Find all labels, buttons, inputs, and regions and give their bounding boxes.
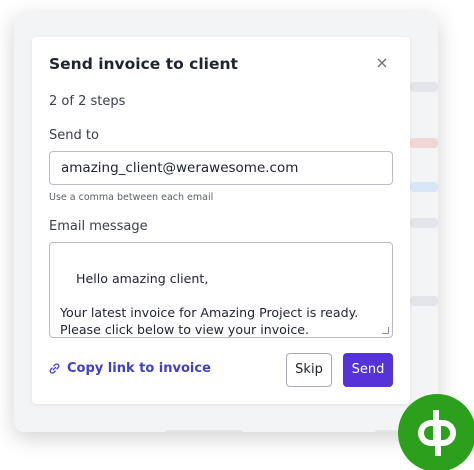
- resize-handle-icon[interactable]: [382, 327, 389, 334]
- send-invoice-dialog: Send invoice to client × 2 of 2 steps Se…: [32, 37, 410, 404]
- background-blur-element: [410, 296, 438, 306]
- background-blur-element: [410, 82, 438, 92]
- background-blur-element: [410, 182, 438, 192]
- step-indicator: 2 of 2 steps: [49, 94, 126, 109]
- email-message-label: Email message: [49, 219, 148, 234]
- copy-link-label: Copy link to invoice: [67, 361, 211, 376]
- quickbooks-logo: [398, 394, 474, 470]
- link-icon: [49, 363, 60, 374]
- dialog-title: Send invoice to client: [49, 55, 238, 73]
- send-to-input[interactable]: [49, 151, 393, 185]
- skip-button[interactable]: Skip: [286, 353, 332, 387]
- email-message-textarea[interactable]: Hello amazing client, Your latest invoic…: [49, 242, 393, 338]
- close-icon[interactable]: ×: [374, 55, 390, 71]
- background-blur-element: [410, 218, 438, 228]
- email-message-text: Hello amazing client, Your latest invoic…: [60, 271, 359, 337]
- send-to-label: Send to: [49, 128, 99, 143]
- send-to-hint: Use a comma between each email: [49, 192, 214, 203]
- copy-link-button[interactable]: Copy link to invoice: [48, 361, 211, 376]
- background-blur-element: [164, 430, 244, 432]
- background-blur-element: [410, 138, 438, 148]
- send-button[interactable]: Send: [343, 353, 393, 387]
